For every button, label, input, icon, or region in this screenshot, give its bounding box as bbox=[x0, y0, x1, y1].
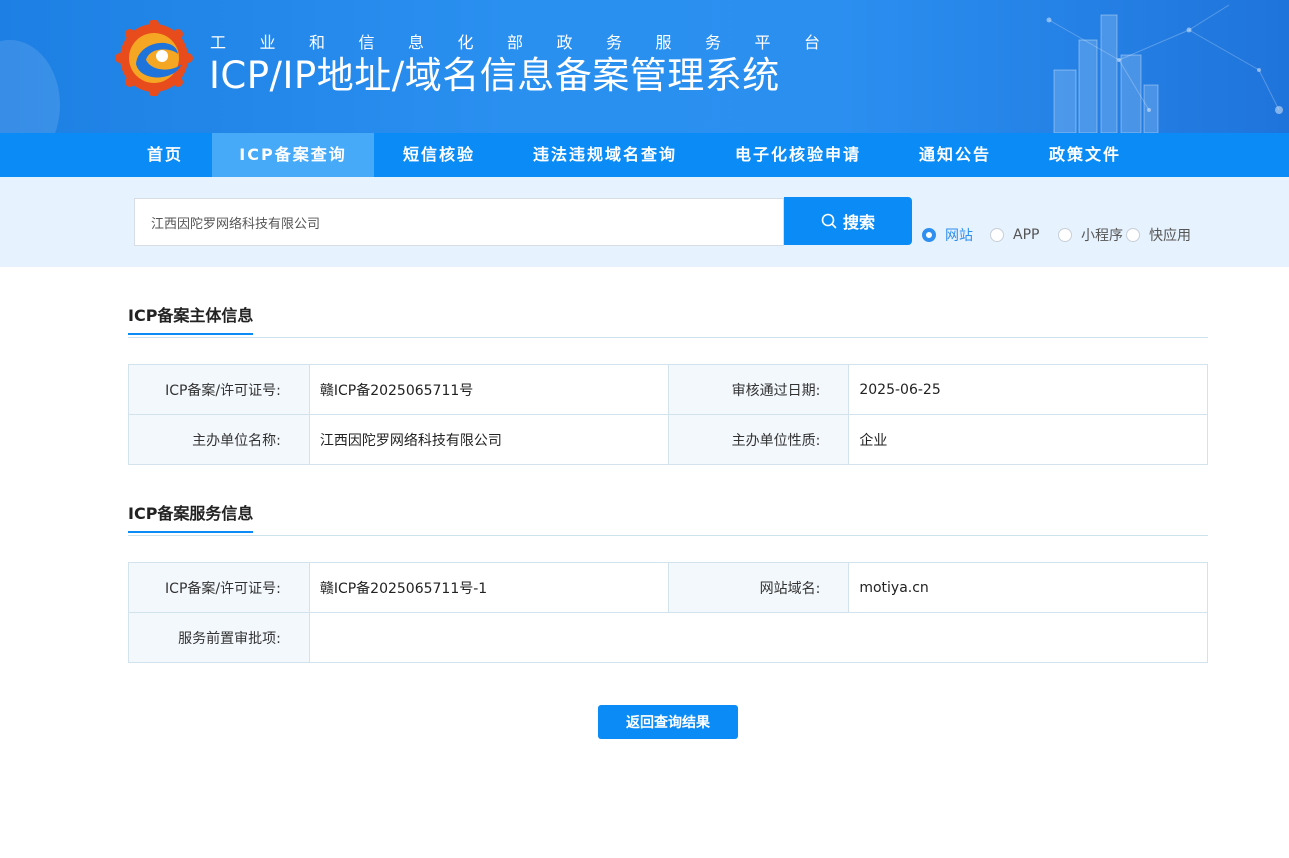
nav-item-home[interactable]: 首页 bbox=[118, 133, 212, 177]
section-divider bbox=[128, 337, 1208, 338]
back-to-results-button[interactable]: 返回查询结果 bbox=[598, 705, 738, 739]
service-license-value: 赣ICP备2025065711号-1 bbox=[308, 562, 669, 613]
service-section-title: ICP备案服务信息 bbox=[128, 500, 254, 533]
org-name-value: 江西因陀罗网络科技有限公司 bbox=[308, 414, 669, 465]
service-license-label: ICP备案/许可证号: bbox=[128, 562, 310, 613]
org-type-value: 企业 bbox=[848, 414, 1208, 465]
radio-dot bbox=[990, 228, 1004, 242]
nav-item-electronic-verify[interactable]: 电子化核验申请 bbox=[706, 133, 890, 177]
license-label: ICP备案/许可证号: bbox=[128, 364, 310, 415]
license-value: 赣ICP备2025065711号 bbox=[308, 364, 669, 415]
radio-dot bbox=[922, 228, 936, 242]
org-name-label: 主办单位名称: bbox=[128, 414, 310, 465]
table-row: ICP备案/许可证号: 赣ICP备2025065711号-1 网站域名: mot… bbox=[128, 562, 1208, 613]
nav-item-icp-query[interactable]: ICP备案查询 bbox=[212, 133, 374, 177]
search-input[interactable] bbox=[134, 198, 784, 246]
banner-glow bbox=[0, 40, 60, 133]
type-radio-label: 快应用 bbox=[1149, 228, 1191, 244]
nav-item-notices[interactable]: 通知公告 bbox=[890, 133, 1020, 177]
approve-date-value: 2025-06-25 bbox=[848, 364, 1208, 415]
header-banner: 工业和信息化部政务服务平台 ICP/IP地址/域名信息备案管理系统 bbox=[0, 0, 1289, 133]
nav-item-sms-verify[interactable]: 短信核验 bbox=[374, 133, 504, 177]
city-skyline-decoration bbox=[1046, 4, 1283, 133]
pre-approval-value bbox=[308, 612, 1209, 663]
type-radio-website[interactable]: 网站 bbox=[922, 223, 973, 247]
search-icon bbox=[821, 213, 837, 229]
ministry-subtitle: 工业和信息化部政务服务平台 bbox=[210, 33, 854, 52]
ministry-logo bbox=[116, 20, 193, 96]
nav-item-illegal-domain-query[interactable]: 违法违规域名查询 bbox=[504, 133, 706, 177]
domain-value: motiya.cn bbox=[848, 562, 1208, 613]
search-button-label: 搜索 bbox=[842, 215, 875, 232]
system-title: ICP/IP地址/域名信息备案管理系统 bbox=[209, 54, 780, 97]
subject-info-table: ICP备案/许可证号: 赣ICP备2025065711号 审核通过日期: 202… bbox=[128, 364, 1208, 465]
domain-label: 网站域名: bbox=[667, 562, 850, 613]
radio-dot bbox=[1126, 228, 1140, 242]
section-divider bbox=[128, 535, 1208, 536]
type-radio-quick-app[interactable]: 快应用 bbox=[1126, 223, 1191, 247]
subject-section-title: ICP备案主体信息 bbox=[128, 302, 254, 335]
type-radio-label: APP bbox=[1013, 227, 1040, 243]
service-info-table: ICP备案/许可证号: 赣ICP备2025065711号-1 网站域名: mot… bbox=[128, 562, 1209, 663]
search-button[interactable]: 搜索 bbox=[784, 197, 912, 245]
type-radio-mini-program[interactable]: 小程序 bbox=[1058, 223, 1123, 247]
main-nav: 首页 ICP备案查询 短信核验 违法违规域名查询 电子化核验申请 通知公告 政策… bbox=[0, 133, 1289, 177]
approve-date-label: 审核通过日期: bbox=[667, 364, 850, 415]
org-type-label: 主办单位性质: bbox=[667, 414, 850, 465]
type-radio-app[interactable]: APP bbox=[990, 223, 1039, 247]
table-row: 服务前置审批项: bbox=[128, 612, 1209, 663]
search-band: 搜索 网站 APP 小程序 快应用 bbox=[0, 177, 1289, 267]
pre-approval-label: 服务前置审批项: bbox=[128, 612, 310, 663]
table-row: 主办单位名称: 江西因陀罗网络科技有限公司 主办单位性质: 企业 bbox=[128, 414, 1208, 465]
nav-item-policy-docs[interactable]: 政策文件 bbox=[1020, 133, 1150, 177]
type-radio-label: 网站 bbox=[945, 228, 973, 244]
table-row: ICP备案/许可证号: 赣ICP备2025065711号 审核通过日期: 202… bbox=[128, 364, 1208, 415]
type-radio-label: 小程序 bbox=[1081, 228, 1123, 244]
radio-dot bbox=[1058, 228, 1072, 242]
